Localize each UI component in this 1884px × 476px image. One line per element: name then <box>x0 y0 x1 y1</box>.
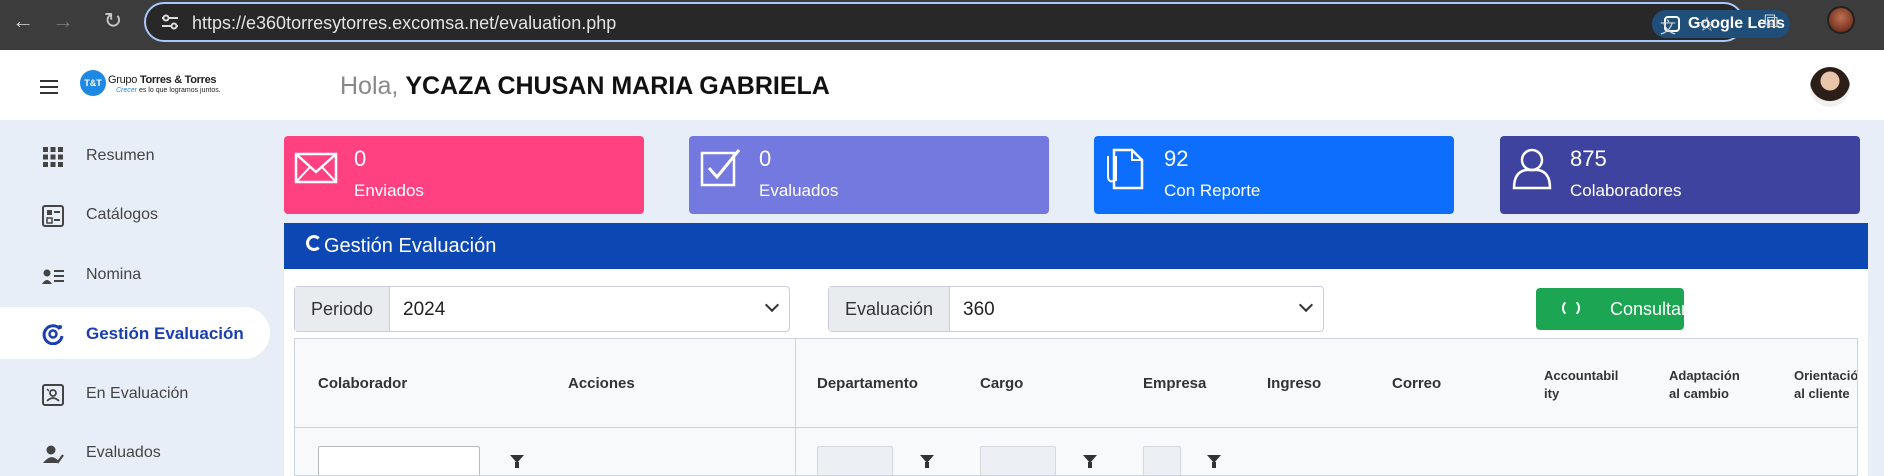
chevron-down-icon[interactable] <box>1298 297 1314 313</box>
filter-icon[interactable] <box>1207 455 1221 468</box>
document-icon <box>1107 148 1144 190</box>
stat-label: Enviados <box>354 181 424 200</box>
translate-icon[interactable]: 文 <box>1660 14 1676 38</box>
greeting: Hola, YCAZA CHUSAN MARIA GABRIELA <box>340 72 830 100</box>
evaluacion-value[interactable]: 360 <box>963 299 995 321</box>
sidebar-item-catalogos[interactable]: Catálogos <box>0 189 270 241</box>
grid-icon <box>43 147 63 167</box>
col-header-correo[interactable]: Correo <box>1392 375 1441 392</box>
filter-icon[interactable] <box>510 455 524 468</box>
chevron-down-icon[interactable] <box>764 297 780 313</box>
col-header-acciones[interactable]: Acciones <box>568 375 635 392</box>
profile-avatar[interactable] <box>1827 6 1855 34</box>
stat-card-enviados: 0 Enviados <box>284 136 644 214</box>
forward-icon[interactable]: → <box>48 10 78 32</box>
cycle-icon <box>42 324 64 345</box>
sidebar: Resumen Catálogos Nomina Gestión Evaluac… <box>0 120 270 476</box>
refresh-icon <box>1562 299 1580 317</box>
evaluacion-select[interactable]: Evaluación 360 <box>828 286 1324 332</box>
col-header-colaborador[interactable]: Colaborador <box>318 375 407 392</box>
header-separator <box>295 427 1857 428</box>
panel-title: Gestión Evaluación <box>324 235 497 257</box>
col-header-ingreso[interactable]: Ingreso <box>1267 375 1321 392</box>
reload-icon[interactable]: ↻ <box>98 10 128 32</box>
app-header <box>0 50 1884 120</box>
col-header-departamento[interactable]: Departamento <box>817 375 918 392</box>
stat-label: Evaluados <box>759 181 839 200</box>
site-settings-icon[interactable] <box>160 14 180 30</box>
empresa-filter-input <box>1143 446 1181 475</box>
sidebar-item-gestion-evaluacion[interactable]: Gestión Evaluación <box>0 307 270 359</box>
periodo-label: Periodo <box>295 287 391 331</box>
evaluation-table: Colaborador Acciones Departamento Cargo … <box>294 338 1858 476</box>
evaluation-icon <box>42 384 64 406</box>
user-check-icon <box>43 445 64 464</box>
gestion-evaluacion-panel: Gestión Evaluación Periodo 2024 Evaluaci… <box>284 223 1868 476</box>
stat-card-colaboradores: 875 Colaboradores <box>1500 136 1860 214</box>
filter-icon[interactable] <box>1083 455 1097 468</box>
col-header-empresa[interactable]: Empresa <box>1143 375 1206 392</box>
sidebar-item-resumen[interactable]: Resumen <box>0 130 270 182</box>
url-text[interactable]: https://e360torresytorres.excomsa.net/ev… <box>192 13 616 34</box>
checkbox-icon <box>700 149 741 187</box>
col-header-accountability[interactable]: Accountabil ity <box>1544 367 1618 403</box>
panel-header: Gestión Evaluación <box>284 223 1868 269</box>
stat-card-con-reporte: 92 Con Reporte <box>1094 136 1454 214</box>
catalog-icon <box>42 205 64 227</box>
logo-title: Grupo Torres & Torres <box>108 74 217 86</box>
col-header-cargo[interactable]: Cargo <box>980 375 1023 392</box>
evaluacion-label: Evaluación <box>829 287 951 331</box>
consultar-label: Consultar <box>1610 299 1688 319</box>
departamento-filter-input <box>817 446 893 475</box>
cargo-filter-input <box>980 446 1056 475</box>
stat-value: 0 <box>759 146 772 171</box>
logo-badge: T&T <box>80 70 106 96</box>
periodo-value[interactable]: 2024 <box>403 299 445 321</box>
user-name: YCAZA CHUSAN MARIA GABRIELA <box>405 72 830 100</box>
stat-value: 0 <box>354 146 367 171</box>
bookmark-star-icon[interactable]: ☆ <box>1698 12 1716 37</box>
stat-value: 875 <box>1570 146 1607 171</box>
col-header-orientacion[interactable]: Orientaciónal cliente <box>1794 367 1857 403</box>
company-logo: T&T Grupo Torres & Torres Crecer es lo q… <box>80 70 230 100</box>
sidebar-item-en-evaluacion[interactable]: En Evaluación <box>0 368 270 420</box>
sidebar-item-evaluados[interactable]: Evaluados <box>0 427 270 476</box>
colaborador-filter-input[interactable] <box>318 446 480 475</box>
col-header-adaptacion[interactable]: Adaptación al cambio <box>1669 367 1740 403</box>
address-bar[interactable]: https://e360torresytorres.excomsa.net/ev… <box>144 2 1790 42</box>
logo-slogan: Crecer es lo que logramos juntos. <box>116 87 221 94</box>
extensions-icon[interactable]: ⧉ <box>1764 10 1778 33</box>
filter-icon[interactable] <box>920 455 934 468</box>
stat-value: 92 <box>1164 146 1189 171</box>
column-separator <box>795 339 796 475</box>
stat-label: Colaboradores <box>1570 181 1682 200</box>
consultar-button[interactable]: Consultar <box>1536 288 1688 330</box>
back-icon[interactable]: ← <box>8 10 38 32</box>
stat-card-evaluados: 0 Evaluados <box>689 136 1049 214</box>
user-icon <box>1512 148 1552 190</box>
sidebar-item-nomina[interactable]: Nomina <box>0 249 270 301</box>
menu-icon[interactable] <box>40 80 58 94</box>
stat-label: Con Reporte <box>1164 181 1261 200</box>
list-user-icon <box>42 269 64 284</box>
cycle-icon <box>306 235 322 251</box>
envelope-icon <box>294 152 338 184</box>
periodo-select[interactable]: Periodo 2024 <box>294 286 790 332</box>
browser-toolbar: ← → ↻ https://e360torresytorres.excomsa.… <box>0 0 1884 50</box>
user-avatar[interactable] <box>1810 67 1850 107</box>
